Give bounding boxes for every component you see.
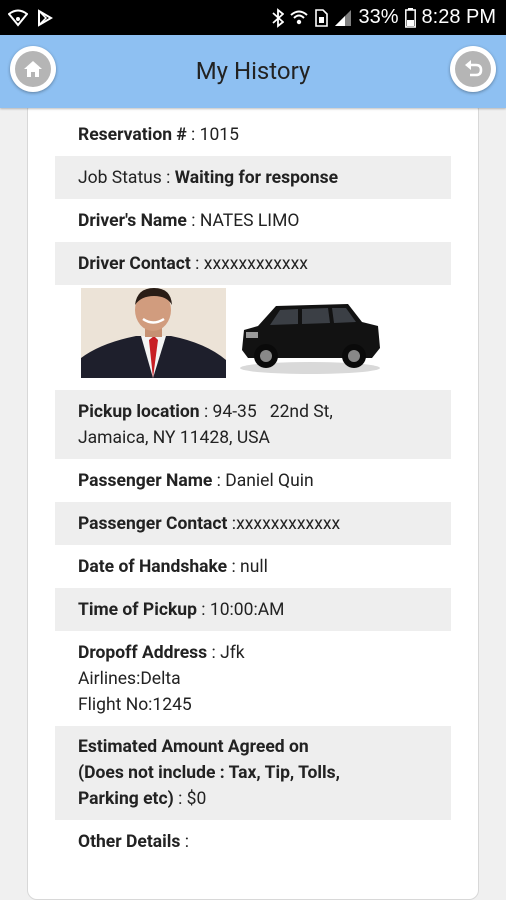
pickup-location-line2: Jamaica, NY 11428, USA [78,427,270,448]
pickup-location-row: Pickup location : 94-35 22nd St, Jamaica… [55,390,451,459]
driver-name-value: NATES LIMO [199,210,300,231]
driver-contact-sep: : [190,253,204,274]
vehicle-photo [236,288,384,378]
driver-vehicle-photos [55,285,451,390]
other-details-row: Other Details : [55,820,451,863]
job-status-sep: : [161,167,175,188]
reservation-value: 1015 [199,124,239,145]
job-status-value: Waiting for response [174,167,339,188]
time-pickup-value: 10:00:AM [209,599,285,620]
passenger-name-sep: : [212,470,226,491]
estimated-label-line2: (Does not include : Tax, Tip, Tolls, [78,763,340,783]
cell-signal-icon [334,9,352,27]
date-handshake-value: null [240,556,268,577]
battery-percent: 33% [358,6,399,28]
time-pickup-row: Time of Pickup : 10:00:AM [55,588,451,631]
clock: 8:28 PM [421,6,496,28]
back-arrow-icon [465,60,483,77]
driver-name-sep: : [186,210,200,231]
back-button[interactable] [450,46,496,92]
date-handshake-sep: : [227,556,241,577]
time-pickup-sep: : [196,599,210,620]
app-header: My History [0,35,506,108]
home-button[interactable] [10,46,56,92]
wifi-icon [290,9,309,27]
status-bar: 33% 8:28 PM [0,0,506,35]
passenger-contact-row: Passenger Contact :xxxxxxxxxxxx [55,502,451,545]
estimated-value: $0 [186,789,207,809]
driver-contact-row: Driver Contact : xxxxxxxxxxxx [55,242,451,285]
passenger-name-row: Passenger Name : Daniel Quin [55,459,451,502]
reservation-row: Reservation # : 1015 [55,113,451,156]
estimated-label-line3: Parking etc) [78,789,174,809]
driver-contact-label: Driver Contact [78,253,191,274]
other-details-sep: : [180,831,189,852]
driver-name-label: Driver's Name [78,210,187,231]
status-bar-right: 33% 8:28 PM [272,6,496,29]
reservation-details: Reservation # : 1015 Job Status : Waitin… [55,113,451,863]
dropoff-value: Jfk [220,642,245,663]
pickup-location-line1: 94-35 22nd St, [212,401,333,422]
passenger-contact-value: xxxxxxxxxxxx [236,513,341,534]
job-status-row: Job Status : Waiting for response [55,156,451,199]
pickup-location-label: Pickup location [78,401,200,422]
passenger-contact-sep: : [227,513,237,534]
page-title: My History [195,57,311,85]
date-handshake-row: Date of Handshake : null [55,545,451,588]
passenger-name-label: Passenger Name [78,470,213,491]
estimated-amount-row: Estimated Amount Agreed on (Does not inc… [55,726,451,820]
sim-icon [314,8,329,27]
dropoff-label: Dropoff Address [78,642,208,663]
home-button-circle [15,51,51,87]
status-bar-left [8,8,54,27]
time-pickup-label: Time of Pickup [78,599,197,620]
pickup-location-sep: : [199,401,213,422]
driver-contact-value: xxxxxxxxxxxx [203,253,308,274]
battery-icon [404,7,416,28]
back-button-circle [455,51,491,87]
dropoff-row: Dropoff Address : Jfk Airlines:Delta Fli… [55,631,451,726]
bluetooth-icon [272,7,285,28]
wifi-signal-icon [8,9,28,27]
reservation-label: Reservation # [78,124,187,145]
other-details-label: Other Details [78,831,181,852]
dropoff-flight: Flight No:1245 [78,694,192,715]
play-store-icon [36,8,54,27]
passenger-name-value: Daniel Quin [225,470,314,491]
estimated-sep: : [173,789,187,809]
home-icon [24,61,42,77]
dropoff-airlines: Airlines:Delta [78,668,181,689]
reservation-sep: : [186,124,200,145]
passenger-contact-label: Passenger Contact [78,513,228,534]
driver-photo [81,288,226,378]
date-handshake-label: Date of Handshake [78,556,228,577]
estimated-label-line1: Estimated Amount Agreed on [78,737,309,757]
driver-name-row: Driver's Name : NATES LIMO [55,199,451,242]
job-status-label: Job Status [78,167,162,188]
dropoff-sep: : [207,642,221,663]
